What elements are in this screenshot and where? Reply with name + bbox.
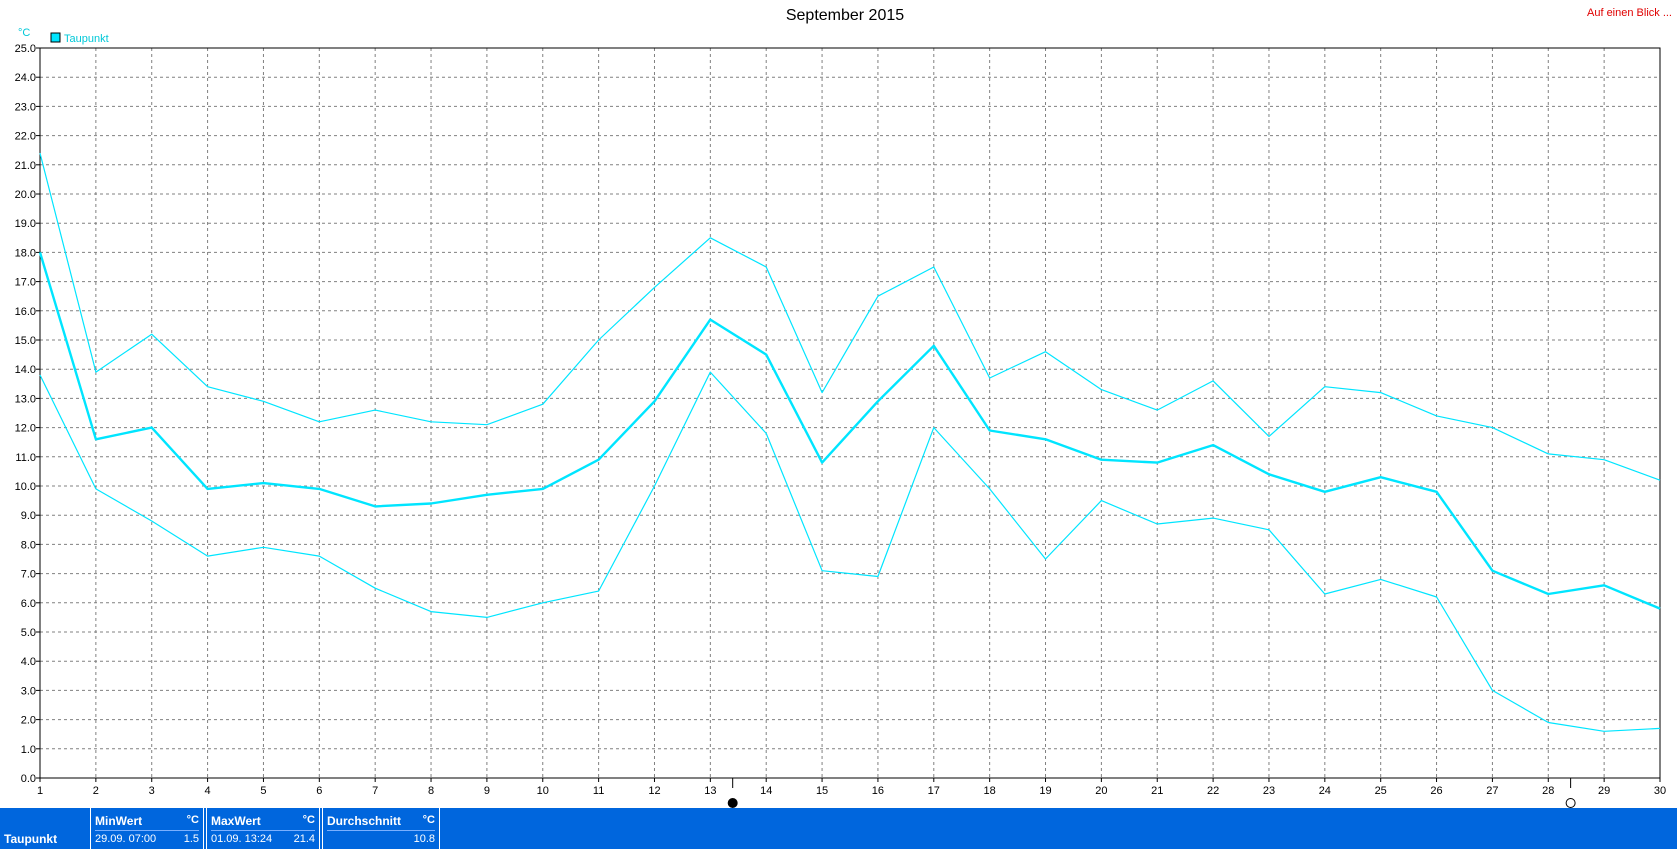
grid [40, 48, 1660, 778]
y-tick-label: 16.0 [15, 306, 36, 318]
min-divider [95, 830, 199, 831]
x-tick-label: 14 [760, 785, 772, 797]
legend: Taupunkt [50, 32, 109, 45]
x-tick-label: 6 [316, 785, 322, 797]
y-tick-label: 7.0 [21, 569, 36, 581]
x-tick-label: 30 [1654, 785, 1666, 797]
y-tick-label: 14.0 [15, 364, 36, 376]
y-tick-label: 23.0 [15, 101, 36, 113]
y-tick-label: 22.0 [15, 131, 36, 143]
x-tick-label: 5 [260, 785, 266, 797]
stats-bar: Taupunkt MinWert °C 29.09. 07:00 1.5 Max… [0, 808, 1677, 849]
x-tick-label: 13 [704, 785, 716, 797]
series-line-min [39, 371, 1661, 732]
avg-unit: °C [422, 814, 435, 826]
y-tick-label: 25.0 [15, 43, 36, 55]
y-tick-label: 3.0 [21, 685, 36, 697]
x-tick-label: 28 [1542, 785, 1554, 797]
x-tick-label: 19 [1039, 785, 1051, 797]
dewpoint-chart: September 2015 Auf einen Blick ... °C Ta… [15, 7, 1672, 808]
min-timestamp: 29.09. 07:00 [95, 833, 157, 845]
x-tick-label: 21 [1151, 785, 1163, 797]
avg-label: Durchschnitt [327, 814, 402, 828]
y-tick-label: 11.0 [15, 452, 36, 464]
chart-title: September 2015 [786, 7, 904, 24]
legend-label: Taupunkt [64, 33, 109, 45]
x-tick-label: 1 [37, 785, 43, 797]
x-tick-label: 18 [984, 785, 996, 797]
y-tick-label: 10.0 [15, 481, 36, 493]
avg-divider [327, 830, 435, 831]
series-line-mean [38, 252, 1661, 610]
average-box: Durchschnitt °C 10.8 [322, 808, 440, 849]
y-axis-ticks: 0.0 1.0 2.0 3.0 4.0 5.0 6.0 7.0 8.0 9.0 10.0 11.0 12… [15, 43, 40, 785]
y-tick-label: 13.0 [15, 393, 36, 405]
y-tick-label: 4.0 [21, 656, 36, 668]
y-tick-label: 2.0 [21, 715, 36, 727]
y-tick-label: 19.0 [15, 218, 36, 230]
x-tick-label: 7 [372, 785, 378, 797]
y-tick-label: 18.0 [15, 247, 36, 259]
y-tick-label: 6.0 [21, 598, 36, 610]
y-tick-label: 20.0 [15, 189, 36, 201]
x-tick-label: 26 [1430, 785, 1442, 797]
x-tick-label: 25 [1375, 785, 1387, 797]
x-tick-label: 8 [428, 785, 434, 797]
stats-row-label: Taupunkt [4, 832, 58, 846]
x-tick-label: 15 [816, 785, 828, 797]
max-unit: °C [302, 814, 315, 826]
full-moon-icon [727, 798, 738, 808]
new-moon-icon [1565, 798, 1576, 808]
min-label: MinWert [95, 814, 143, 828]
x-tick-label: 11 [593, 785, 604, 797]
y-tick-label: 17.0 [15, 277, 36, 289]
max-value: 21.4 [293, 833, 315, 845]
y-tick-label: 0.0 [21, 773, 36, 785]
y-tick-label: 9.0 [21, 510, 36, 522]
x-axis-ticks: 1 2 3 4 5 6 7 8 9 10 11 12 13 14 15 16 17 18 19 20 21 22 23 24 2… [37, 778, 1666, 797]
x-tick-label: 16 [872, 785, 884, 797]
avg-value: 10.8 [413, 833, 435, 845]
x-tick-label: 9 [484, 785, 490, 797]
max-value-box: MaxWert °C 01.09. 13:24 21.4 [206, 808, 320, 849]
x-tick-label: 29 [1598, 785, 1610, 797]
x-tick-label: 27 [1486, 785, 1498, 797]
x-tick-label: 23 [1263, 785, 1275, 797]
plot-frame [39, 47, 1661, 779]
min-value: 1.5 [183, 833, 199, 845]
overview-link[interactable]: Auf einen Blick ... [1587, 7, 1672, 19]
x-tick-label: 10 [537, 785, 549, 797]
series [38, 152, 1661, 732]
max-timestamp: 01.09. 13:24 [211, 833, 273, 845]
x-tick-label: 22 [1207, 785, 1219, 797]
y-axis-unit: °C [18, 27, 30, 39]
min-value-box: MinWert °C 29.09. 07:00 1.5 [90, 808, 204, 849]
x-tick-label: 17 [928, 785, 940, 797]
y-tick-label: 15.0 [15, 335, 36, 347]
min-unit: °C [186, 814, 199, 826]
legend-swatch [50, 32, 61, 43]
y-tick-label: 1.0 [21, 744, 36, 756]
x-tick-label: 4 [205, 785, 211, 797]
x-tick-label: 3 [149, 785, 155, 797]
x-tick-label: 12 [648, 785, 660, 797]
x-tick-label: 24 [1319, 785, 1331, 797]
y-tick-label: 12.0 [15, 423, 36, 435]
max-label: MaxWert [211, 814, 261, 828]
y-tick-label: 8.0 [21, 539, 36, 551]
x-tick-label: 20 [1095, 785, 1107, 797]
y-tick-label: 21.0 [15, 160, 36, 172]
x-tick-label: 2 [93, 785, 99, 797]
y-tick-label: 24.0 [15, 72, 36, 84]
y-tick-label: 5.0 [21, 627, 36, 639]
max-divider [211, 830, 315, 831]
